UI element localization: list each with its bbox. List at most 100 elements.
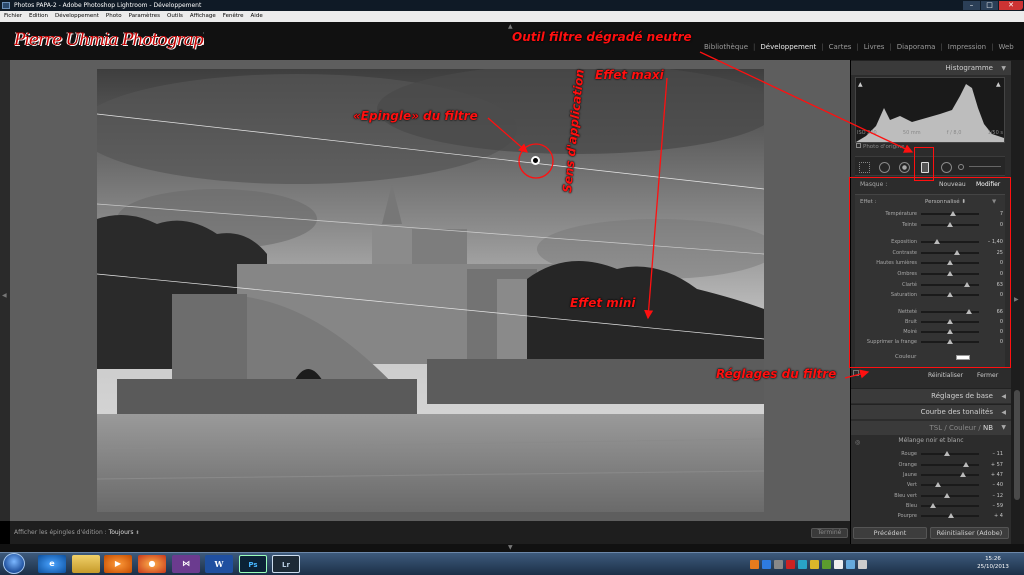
hsl-header[interactable]: TSL / Couleur / NB ▼ [851, 421, 1011, 435]
red-eye-icon[interactable] [899, 162, 910, 173]
previous-button[interactable]: Précédent [853, 527, 927, 539]
bw-slider-row[interactable]: Rouge – 11 [855, 450, 1005, 458]
photoshop-icon[interactable]: Ps [239, 555, 267, 573]
menu-photo[interactable]: Photo [106, 11, 122, 22]
tray-icon[interactable] [774, 559, 783, 569]
expand-left-icon[interactable]: ◀ [2, 292, 7, 299]
slider-knob[interactable] [935, 482, 942, 487]
done-button[interactable]: Terminé [811, 528, 848, 538]
slider-knob[interactable] [929, 503, 936, 508]
slider-track[interactable] [921, 482, 979, 487]
lightroom-icon[interactable]: Lr [272, 555, 300, 573]
show-pins-value[interactable]: Toujours [109, 529, 134, 536]
tray-icon[interactable] [810, 559, 819, 569]
tray-icon[interactable] [822, 559, 831, 569]
slider-track[interactable] [921, 472, 979, 477]
minimize-icon[interactable]: – [963, 1, 980, 10]
slider-track[interactable] [921, 493, 979, 498]
slider-track[interactable] [921, 451, 979, 456]
filter-pin-handle[interactable] [531, 156, 540, 165]
bw-slider-row[interactable]: Jaune + 47 [855, 471, 1005, 479]
slider-knob[interactable] [959, 472, 966, 477]
slider-value[interactable]: – 11 [993, 450, 1003, 458]
maximize-icon[interactable]: □ [981, 1, 998, 10]
adjustment-brush-icon[interactable] [958, 164, 964, 170]
module-bibliotheque[interactable]: Bibliothèque [704, 43, 748, 51]
module-cartes[interactable]: Cartes [829, 43, 852, 51]
slider-knob[interactable] [943, 493, 950, 498]
firefox-icon[interactable]: ● [138, 555, 166, 573]
photo-preview[interactable] [97, 69, 764, 512]
tab-tsl[interactable]: TSL [929, 424, 942, 432]
collapse-right-icon[interactable]: ▶ [1014, 296, 1019, 303]
slider-value[interactable]: + 47 [991, 471, 1003, 479]
reset-filter-button[interactable]: Réinitialiser [928, 372, 963, 379]
menu-edition[interactable]: Edition [29, 11, 48, 22]
module-livres[interactable]: Livres [864, 43, 885, 51]
histogram-header[interactable]: Histogramme ▼ [851, 60, 1011, 75]
slider-value[interactable]: – 40 [993, 481, 1003, 489]
taskbar-clock[interactable]: 15:26 25/10/2013 [968, 555, 1018, 571]
bw-slider-row[interactable]: Bleu – 59 [855, 502, 1005, 510]
bw-slider-row[interactable]: Vert – 40 [855, 481, 1005, 489]
menu-aide[interactable]: Aide [251, 11, 263, 22]
slider-value[interactable]: – 12 [993, 492, 1003, 500]
bw-slider-row[interactable]: Pourpre + 4 [855, 512, 1005, 520]
explorer-folder-icon[interactable] [72, 555, 100, 573]
close-icon[interactable]: ✕ [999, 1, 1023, 10]
module-diaporama[interactable]: Diaporama [897, 43, 936, 51]
left-panel-collapsed[interactable]: ◀ [0, 60, 10, 521]
tray-icon[interactable] [798, 559, 807, 569]
tab-couleur[interactable]: Couleur [949, 424, 976, 432]
checkbox-icon[interactable] [856, 143, 861, 148]
toggle-switch-icon[interactable] [853, 370, 859, 376]
reset-adobe-button[interactable]: Réinitialiser (Adobe) [930, 527, 1009, 539]
scrollbar-thumb[interactable] [1014, 390, 1020, 500]
basic-panel-header[interactable]: Réglages de base ◀ [851, 388, 1011, 403]
menu-developpement[interactable]: Développement [55, 11, 99, 22]
menu-outils[interactable]: Outils [167, 11, 183, 22]
filmstrip-collapsed[interactable]: ▼ [0, 544, 1024, 552]
bw-slider-row[interactable]: Orange + 57 [855, 461, 1005, 469]
tab-nb[interactable]: NB [983, 424, 993, 432]
media-player-icon[interactable]: ▶ [104, 555, 132, 573]
slider-value[interactable]: + 57 [991, 461, 1003, 469]
network-icon[interactable] [846, 559, 855, 569]
word-icon[interactable]: W [205, 555, 233, 573]
slider-track[interactable] [921, 503, 979, 508]
close-filter-button[interactable]: Fermer [977, 372, 998, 379]
volume-icon[interactable] [858, 559, 867, 569]
module-web[interactable]: Web [998, 43, 1013, 51]
original-photo-toggle[interactable]: Photo d'origine [856, 143, 904, 150]
slider-value[interactable]: – 59 [993, 502, 1003, 510]
slider-knob[interactable] [943, 451, 950, 456]
show-pins-option[interactable]: Afficher les épingles d'édition : Toujou… [14, 529, 140, 536]
dropdown-arrow-icon: ⬍ [135, 530, 140, 536]
crop-tool-icon[interactable] [859, 162, 870, 173]
menu-fichier[interactable]: Fichier [4, 11, 22, 22]
expand-filmstrip-icon[interactable]: ▼ [508, 544, 513, 551]
bw-slider-row[interactable]: Bleu vert – 12 [855, 492, 1005, 500]
panel-collapse-top-icon[interactable]: ▲ [508, 23, 513, 30]
slider-track[interactable] [921, 513, 979, 518]
slider-knob[interactable] [948, 513, 955, 518]
tray-icon[interactable] [762, 559, 771, 569]
tone-curve-header[interactable]: Courbe des tonalités ◀ [851, 404, 1011, 419]
tray-icon[interactable] [750, 559, 759, 569]
internet-explorer-icon[interactable]: e [38, 555, 66, 573]
tray-icon[interactable] [834, 559, 843, 569]
slider-knob[interactable] [963, 462, 970, 467]
module-developpement[interactable]: Développement [760, 43, 816, 51]
radial-filter-icon[interactable] [941, 162, 952, 173]
start-button-icon[interactable] [3, 553, 25, 574]
menu-fenetre[interactable]: Fenêtre [223, 11, 244, 22]
spot-removal-icon[interactable] [879, 162, 890, 173]
menu-parametres[interactable]: Paramètres [129, 11, 160, 22]
menu-affichage[interactable]: Affichage [190, 11, 216, 22]
slider-track[interactable] [921, 462, 979, 467]
tray-icon[interactable] [786, 559, 795, 569]
tool-slider[interactable] [969, 166, 1001, 167]
module-impression[interactable]: Impression [948, 43, 986, 51]
visual-studio-icon[interactable]: ⋈ [172, 555, 200, 573]
slider-value[interactable]: + 4 [994, 512, 1003, 520]
